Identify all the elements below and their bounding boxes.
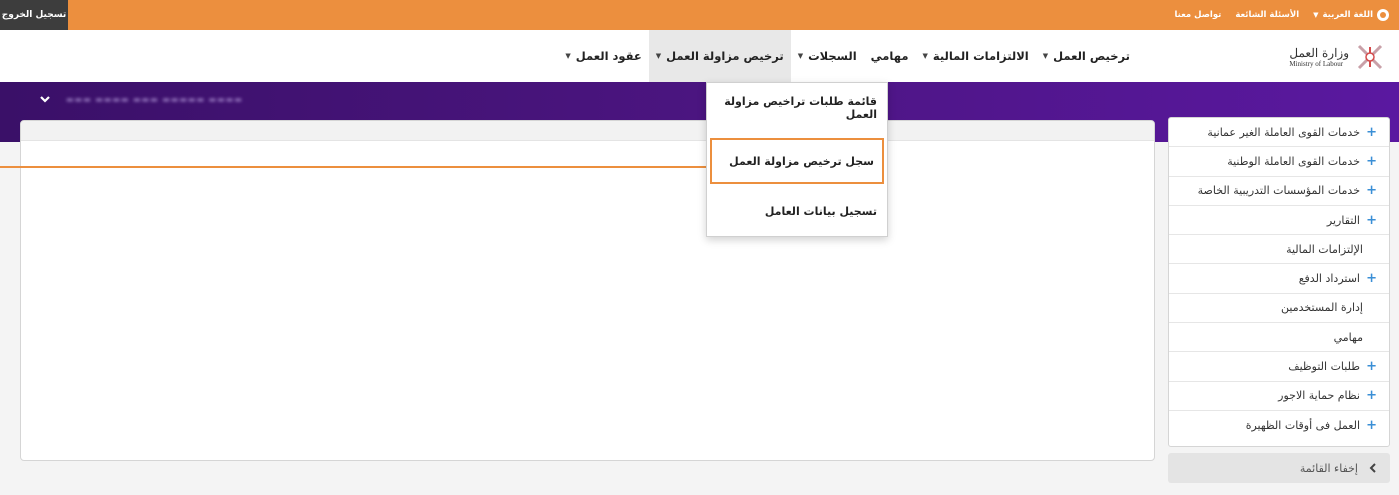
nav-label: السجلات (808, 49, 857, 63)
nav-menu: ترخيص العمل ▼ الالتزامات المالية ▼ مهامي… (558, 30, 1137, 82)
nav-label: الالتزامات المالية (932, 49, 1029, 63)
nav-label: ترخيص العمل (1053, 49, 1130, 63)
sidebar-item-payment-refund[interactable]: + استرداد الدفع (1169, 264, 1389, 294)
callout-line (0, 166, 712, 168)
plus-icon: + (1366, 183, 1377, 199)
hide-menu-button[interactable]: إخفاء القائمة (1168, 453, 1390, 483)
contact-link[interactable]: تواصل معنا (1174, 10, 1221, 20)
sidebar-item-financial-obligations[interactable]: الإلتزامات المالية (1169, 235, 1389, 265)
caret-down-icon: ▼ (1042, 52, 1049, 60)
blurred-user-info: ▬▬▬ ▬▬▬▬ ▬▬▬ ▬▬▬▬▬ ▬▬▬▬ (66, 95, 243, 104)
plus-icon: + (1366, 388, 1377, 404)
dropdown-item-label: تسجيل بيانات العامل (764, 204, 877, 218)
dropdown-item-license-requests[interactable]: قائمة طلبات تراخيص مزاولة العمل (707, 84, 887, 132)
globe-icon (1377, 9, 1389, 21)
sidebar-item-label: خدمات القوى العاملة الغير عمانية (1207, 125, 1360, 139)
caret-down-icon: ▼ (922, 52, 928, 60)
top-bar: تسجيل الخروج اللغة العربية ▼ الأسئلة الش… (0, 0, 1399, 30)
plus-icon: + (1366, 212, 1377, 228)
nav-label: ترخيص مزاولة العمل (666, 49, 784, 63)
sidebar-item-training-institutions[interactable]: + خدمات المؤسسات التدريبية الخاصة (1169, 177, 1389, 206)
nav-item-records[interactable]: السجلات ▼ (791, 30, 864, 82)
sidebar-item-label: التقارير (1326, 213, 1360, 227)
sidebar-item-label: الإلتزامات المالية (1286, 242, 1363, 256)
sidebar-item-my-tasks[interactable]: مهامي (1169, 323, 1389, 353)
ministry-emblem-icon (1355, 42, 1385, 72)
logo-english-text: Ministry of Labour (1289, 60, 1344, 68)
sidebar-menu: + خدمات القوى العاملة الغير عمانية + خدمات… (1168, 117, 1390, 447)
plus-icon: + (1366, 153, 1377, 169)
caret-down-icon: ▼ (797, 52, 804, 60)
panel-header (21, 121, 1154, 141)
chevron-left-icon (1369, 463, 1376, 473)
sidebar-item-label: نظام حماية الاجور (1278, 389, 1360, 403)
sidebar-item-midday-work[interactable]: + العمل فى أوقات الظهيرة (1169, 411, 1389, 440)
chevron-down-icon[interactable] (38, 92, 52, 106)
nav-label: مهامي (870, 49, 909, 63)
nav-item-practice-license[interactable]: ترخيص مزاولة العمل ▼ (648, 30, 791, 82)
sidebar-item-user-management[interactable]: إدارة المستخدمين (1169, 294, 1389, 324)
plus-icon: + (1366, 124, 1377, 140)
main-nav-bar: وزارة العمل Ministry of Labour ترخيص الع… (0, 30, 1399, 82)
plus-icon: + (1366, 418, 1377, 434)
nav-item-my-tasks[interactable]: مهامي (864, 30, 916, 82)
hide-menu-label: إخفاء القائمة (1299, 461, 1358, 475)
logout-button[interactable]: تسجيل الخروج (0, 0, 68, 30)
dropdown-item-label: قائمة طلبات تراخيص مزاولة العمل (724, 95, 877, 121)
top-links: اللغة العربية ▼ الأسئلة الشائعة تواصل مع… (1174, 0, 1389, 30)
sidebar-item-national-workforce[interactable]: + خدمات القوى العاملة الوطنية (1169, 147, 1389, 177)
logo-arabic-text: وزارة العمل (1289, 46, 1349, 60)
sidebar-item-label: العمل فى أوقات الظهيرة (1245, 419, 1360, 433)
dropdown-item-register-worker[interactable]: تسجيل بيانات العامل (707, 187, 887, 235)
nav-item-work-contracts[interactable]: عقود العمل ▼ (558, 30, 648, 82)
sidebar-item-label: إدارة المستخدمين (1281, 301, 1363, 315)
ministry-logo[interactable]: وزارة العمل Ministry of Labour (1275, 38, 1385, 76)
sidebar-item-label: خدمات القوى العاملة الوطنية (1227, 154, 1360, 168)
faq-link[interactable]: الأسئلة الشائعة (1235, 10, 1299, 20)
sidebar-item-employment-requests[interactable]: + طلبات التوظيف (1169, 352, 1389, 382)
dropdown-item-license-record[interactable]: سجل ترخيص مزاولة العمل (710, 138, 884, 184)
main-content-panel (20, 120, 1155, 461)
plus-icon: + (1366, 359, 1377, 375)
caret-down-icon: ▼ (655, 52, 662, 60)
sidebar-item-label: مهامي (1333, 330, 1363, 344)
nav-item-financial-obligations[interactable]: الالتزامات المالية ▼ (915, 30, 1035, 82)
dropdown-item-label: سجل ترخيص مزاولة العمل (729, 154, 874, 168)
sidebar-item-label: استرداد الدفع (1298, 272, 1360, 286)
sidebar-item-label: خدمات المؤسسات التدريبية الخاصة (1197, 184, 1360, 198)
caret-down-icon: ▼ (565, 52, 571, 60)
caret-down-icon: ▼ (1313, 11, 1319, 19)
practice-license-dropdown: قائمة طلبات تراخيص مزاولة العمل سجل ترخي… (706, 82, 888, 237)
language-selector[interactable]: اللغة العربية ▼ (1313, 9, 1389, 21)
nav-item-work-permit[interactable]: ترخيص العمل ▼ (1036, 30, 1137, 82)
sidebar-item-label: طلبات التوظيف (1288, 360, 1360, 374)
sidebar-item-wage-protection[interactable]: + نظام حماية الاجور (1169, 382, 1389, 411)
language-label: اللغة العربية (1322, 10, 1374, 20)
sidebar-item-non-omani-workforce[interactable]: + خدمات القوى العاملة الغير عمانية (1169, 118, 1389, 148)
sidebar-item-reports[interactable]: + التقارير (1169, 206, 1389, 236)
nav-label: عقود العمل (575, 49, 642, 63)
plus-icon: + (1366, 271, 1377, 287)
